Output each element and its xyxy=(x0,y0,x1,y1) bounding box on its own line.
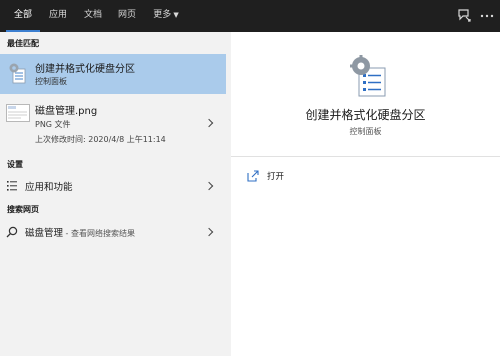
file-result-item[interactable]: 磁盘管理.png PNG 文件 上次修改时间: 2020/4/8 上午11:14 xyxy=(0,100,226,148)
tab-more[interactable]: 更多 ▼ xyxy=(148,0,184,32)
section-settings: 设置 xyxy=(7,160,23,169)
web-search-text: 磁盘管理 - 查看网络搜索结果 xyxy=(25,225,135,239)
image-file-icon xyxy=(6,104,30,122)
search-icon xyxy=(6,226,18,238)
feedback-icon[interactable] xyxy=(457,8,473,24)
open-label: 打开 xyxy=(267,172,285,182)
preview-divider xyxy=(231,156,500,157)
search-tabs-bar: 全部 应用 文档 网页 更多 ▼ xyxy=(0,0,500,32)
tab-more-label: 更多 xyxy=(153,10,172,20)
tab-documents[interactable]: 文档 xyxy=(79,0,107,32)
web-search-item[interactable]: 磁盘管理 - 查看网络搜索结果 xyxy=(0,220,226,244)
file-type: PNG 文件 xyxy=(35,120,71,129)
best-match-item[interactable]: 创建并格式化硬盘分区 控制面板 xyxy=(0,54,226,94)
open-icon xyxy=(247,170,259,182)
apps-list-icon xyxy=(7,181,17,191)
chevron-right-icon[interactable] xyxy=(204,181,214,191)
preview-title: 创建并格式化硬盘分区 xyxy=(305,108,426,122)
tab-web[interactable]: 网页 xyxy=(113,0,141,32)
best-match-subtitle: 控制面板 xyxy=(35,77,67,86)
best-match-title: 创建并格式化硬盘分区 xyxy=(35,64,135,75)
file-name: 磁盘管理.png xyxy=(35,106,98,117)
web-search-query: 磁盘管理 xyxy=(25,228,64,239)
section-best-match: 最佳匹配 xyxy=(7,39,39,48)
web-search-suffix: - 查看网络搜索结果 xyxy=(63,229,135,238)
results-panel: 最佳匹配 创建并格式化硬盘分区 控制面板 磁盘管理.png PNG 文件 上次修… xyxy=(0,32,226,356)
file-modified: 上次修改时间: 2020/4/8 上午11:14 xyxy=(35,135,166,144)
control-panel-icon xyxy=(9,63,26,84)
tab-apps[interactable]: 应用 xyxy=(44,0,72,32)
more-options-icon[interactable] xyxy=(479,8,495,24)
preview-subtitle: 控制面板 xyxy=(349,127,382,136)
control-panel-large-icon xyxy=(350,55,386,97)
chevron-down-icon: ▼ xyxy=(173,11,179,19)
open-action[interactable]: 打开 xyxy=(245,167,365,187)
section-search-web: 搜索网页 xyxy=(7,205,39,214)
chevron-right-icon[interactable] xyxy=(204,227,214,237)
settings-item-label: 应用和功能 xyxy=(25,182,73,193)
chevron-right-icon[interactable] xyxy=(204,118,214,128)
tab-all[interactable]: 全部 xyxy=(6,0,40,32)
settings-item-apps-features[interactable]: 应用和功能 xyxy=(0,174,226,198)
preview-panel: 创建并格式化硬盘分区 控制面板 打开 xyxy=(231,32,500,356)
